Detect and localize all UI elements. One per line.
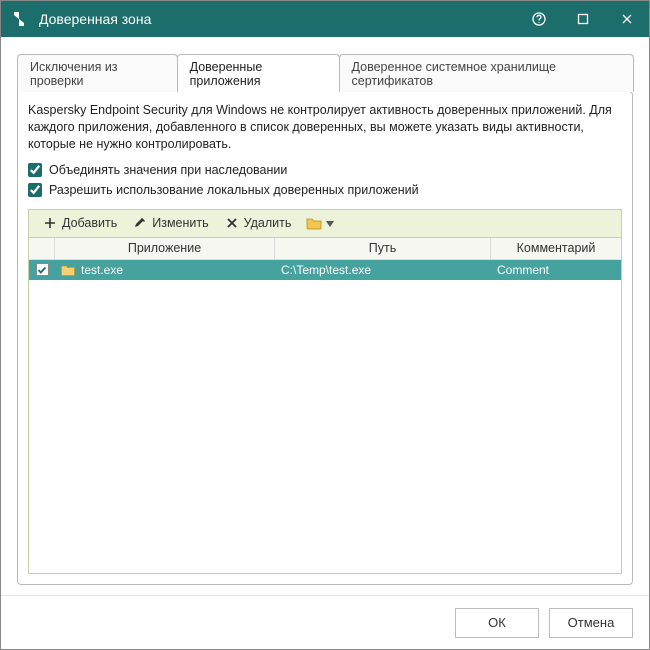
col-comment[interactable]: Комментарий bbox=[491, 238, 621, 259]
chevron-down-icon bbox=[326, 216, 334, 230]
dialog-footer: ОК Отмена bbox=[1, 595, 649, 649]
folder-file-icon bbox=[61, 264, 75, 276]
help-button[interactable] bbox=[517, 1, 561, 37]
pencil-icon bbox=[133, 216, 147, 230]
col-checkbox[interactable] bbox=[29, 238, 55, 259]
import-export-button[interactable] bbox=[300, 212, 340, 234]
row-comment: Comment bbox=[497, 263, 549, 277]
row-app: test.exe bbox=[81, 263, 123, 277]
x-icon bbox=[225, 216, 239, 230]
row-checkbox[interactable] bbox=[36, 263, 49, 276]
row-path: C:\Temp\test.exe bbox=[281, 263, 371, 277]
folder-icon bbox=[306, 216, 322, 230]
grid-toolbar: Добавить Изменить Удалить bbox=[29, 210, 621, 238]
col-path[interactable]: Путь bbox=[275, 238, 491, 259]
app-logo-icon bbox=[11, 10, 29, 28]
edit-button[interactable]: Изменить bbox=[125, 212, 216, 234]
window: Доверенная зона Исключения из проверки Д… bbox=[0, 0, 650, 650]
tab-panel: Kaspersky Endpoint Security для Windows … bbox=[17, 91, 633, 585]
delete-label: Удалить bbox=[244, 216, 292, 230]
merge-values-input[interactable] bbox=[28, 163, 42, 177]
titlebar: Доверенная зона bbox=[1, 1, 649, 37]
col-app[interactable]: Приложение bbox=[55, 238, 275, 259]
grid-rows: test.exe C:\Temp\test.exe Comment bbox=[29, 260, 621, 573]
merge-values-label: Объединять значения при наследовании bbox=[49, 163, 287, 177]
panel-description: Kaspersky Endpoint Security для Windows … bbox=[28, 102, 622, 153]
tab-cert-store[interactable]: Доверенное системное хранилище сертифика… bbox=[339, 54, 634, 92]
cancel-button[interactable]: Отмена bbox=[549, 608, 633, 638]
tab-strip: Исключения из проверки Доверенные прилож… bbox=[17, 53, 633, 91]
plus-icon bbox=[43, 216, 57, 230]
window-title: Доверенная зона bbox=[39, 11, 517, 27]
allow-local-label: Разрешить использование локальных довере… bbox=[49, 183, 419, 197]
apps-grid: Добавить Изменить Удалить bbox=[28, 209, 622, 574]
tab-exclusions[interactable]: Исключения из проверки bbox=[17, 54, 178, 92]
merge-values-checkbox[interactable]: Объединять значения при наследовании bbox=[28, 163, 622, 177]
column-headers: Приложение Путь Комментарий bbox=[29, 238, 621, 260]
edit-label: Изменить bbox=[152, 216, 208, 230]
table-row[interactable]: test.exe C:\Temp\test.exe Comment bbox=[29, 260, 621, 280]
add-button[interactable]: Добавить bbox=[35, 212, 125, 234]
ok-button[interactable]: ОК bbox=[455, 608, 539, 638]
tab-trusted-apps[interactable]: Доверенные приложения bbox=[177, 54, 340, 92]
allow-local-checkbox[interactable]: Разрешить использование локальных довере… bbox=[28, 183, 622, 197]
add-label: Добавить bbox=[62, 216, 117, 230]
delete-button[interactable]: Удалить bbox=[217, 212, 300, 234]
content-area: Исключения из проверки Доверенные прилож… bbox=[1, 37, 649, 595]
maximize-button[interactable] bbox=[561, 1, 605, 37]
close-button[interactable] bbox=[605, 1, 649, 37]
allow-local-input[interactable] bbox=[28, 183, 42, 197]
